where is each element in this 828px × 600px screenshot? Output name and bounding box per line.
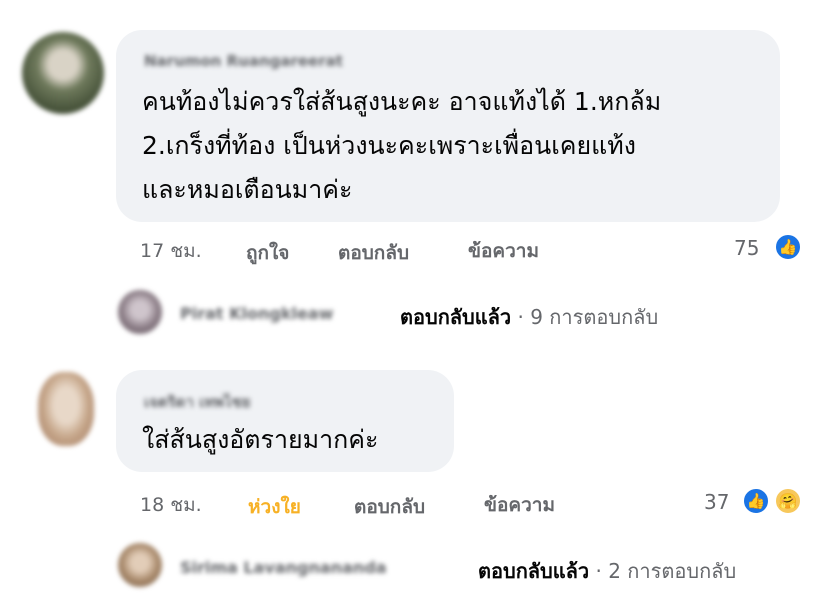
reaction-count[interactable]: 75 xyxy=(734,236,759,260)
message-button[interactable]: ข้อความ xyxy=(484,490,555,520)
replied-label[interactable]: ตอบกลับแล้ว xyxy=(400,305,511,329)
commenter-avatar[interactable] xyxy=(38,372,94,446)
reply-avatar xyxy=(118,290,162,334)
comment-text: ใส่ส้นสูงอัตรายมากค่ะ xyxy=(142,418,378,462)
reply-avatar xyxy=(118,543,162,587)
comment-line: และหมอเตือนมาค่ะ xyxy=(142,175,353,204)
care-icon: 🤗 xyxy=(774,487,802,515)
reply-button[interactable]: ตอบกลับ xyxy=(354,492,425,522)
comment-timestamp[interactable]: 18 ชม. xyxy=(140,490,202,520)
comment-line: คนท้องไม่ควรใส่ส้นสูงนะคะ อาจแท้งได้ 1.ห… xyxy=(142,87,662,116)
comment-timestamp[interactable]: 17 ชม. xyxy=(140,236,202,266)
reply-count[interactable]: · 9 การตอบกลับ xyxy=(518,305,659,329)
reply-button[interactable]: ตอบกลับ xyxy=(338,238,409,268)
comment-text: คนท้องไม่ควรใส่ส้นสูงนะคะ อาจแท้งได้ 1.ห… xyxy=(142,80,661,212)
care-button[interactable]: ห่วงใย xyxy=(248,492,301,522)
reply-author[interactable]: Pirat Klongkleaw xyxy=(180,304,333,323)
view-replies-link[interactable]: ตอบกลับแล้ว · 2 การตอบกลับ xyxy=(478,555,736,587)
like-icon: 👍 xyxy=(742,487,770,515)
like-button[interactable]: ถูกใจ xyxy=(246,238,289,268)
reply-author[interactable]: Sirima Lavangnananda xyxy=(180,558,387,577)
replied-label[interactable]: ตอบกลับแล้ว xyxy=(478,559,589,583)
view-replies-link[interactable]: ตอบกลับแล้ว · 9 การตอบกลับ xyxy=(400,301,658,333)
comment-line: 2.เกร็งที่ท้อง เป็นห่วงนะคะเพราะเพื่อนเค… xyxy=(142,131,636,160)
comment-author[interactable]: Narumon Ruangareerat xyxy=(144,52,343,70)
reaction-count[interactable]: 37 xyxy=(704,490,729,514)
commenter-avatar[interactable] xyxy=(22,32,104,114)
comment-bubble: Narumon Ruangareerat คนท้องไม่ควรใส่ส้นส… xyxy=(116,30,780,222)
reply-count[interactable]: · 2 การตอบกลับ xyxy=(596,559,737,583)
comment-bubble: เจตริดา เทพไชย ใส่ส้นสูงอัตรายมากค่ะ xyxy=(116,370,454,472)
comment-line: ใส่ส้นสูงอัตรายมากค่ะ xyxy=(142,425,379,454)
like-icon: 👍 xyxy=(774,233,802,261)
message-button[interactable]: ข้อความ xyxy=(468,236,539,266)
comment-author[interactable]: เจตริดา เทพไชย xyxy=(144,390,251,414)
